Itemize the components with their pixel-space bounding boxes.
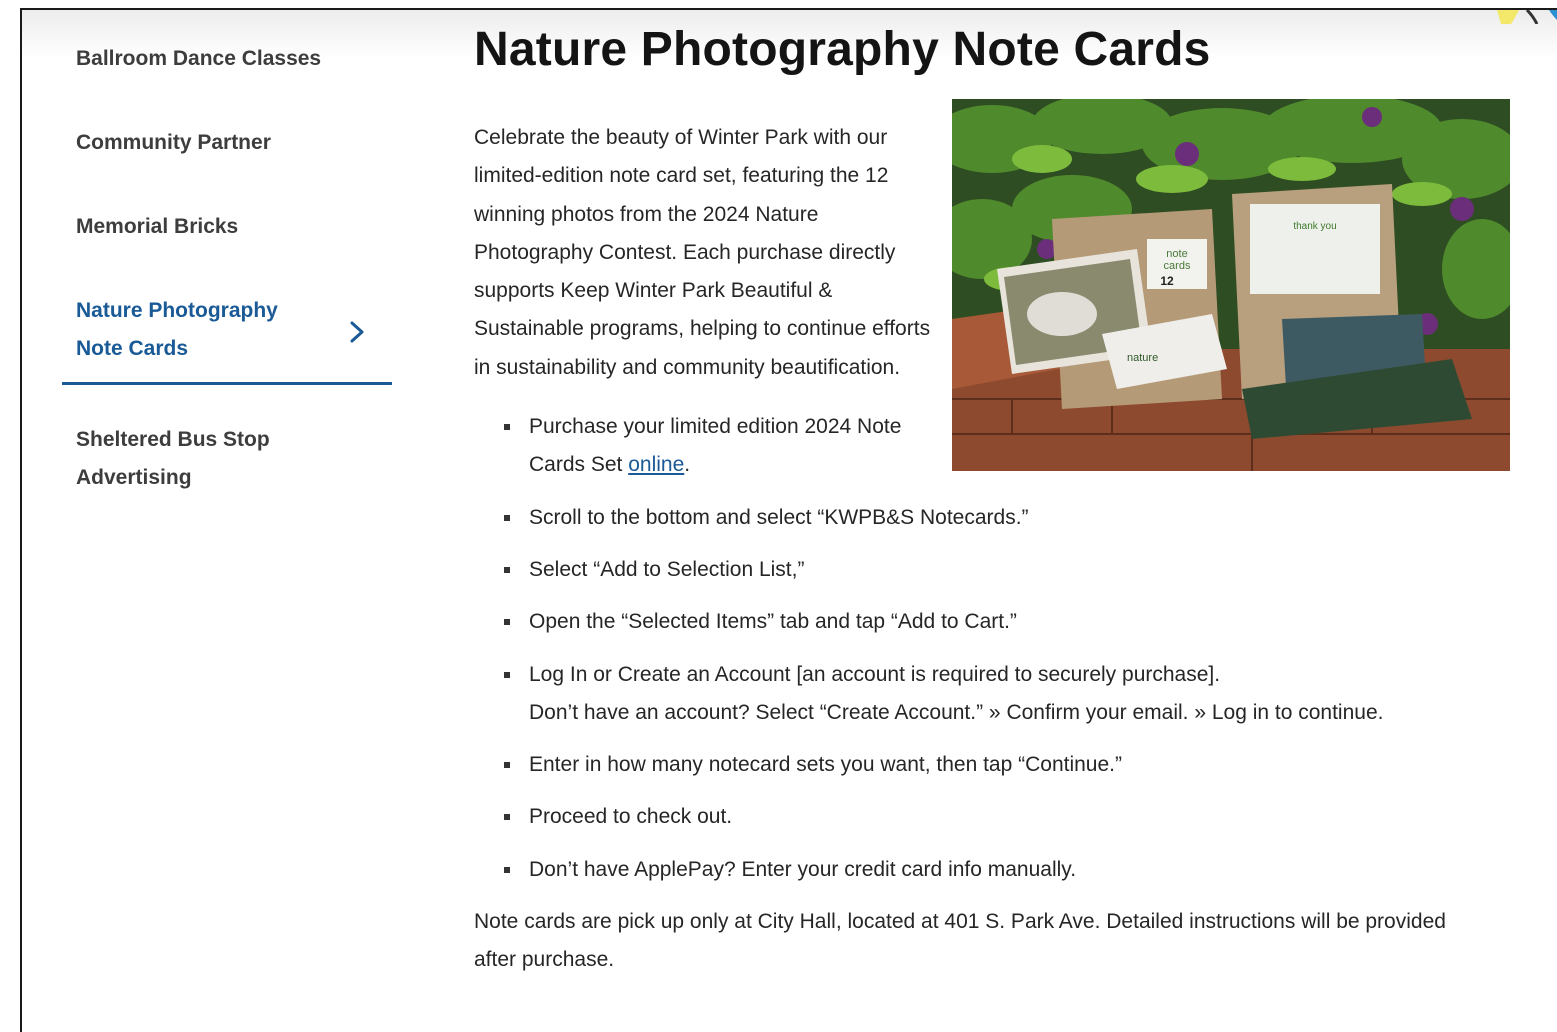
page-title: Nature Photography Note Cards	[474, 23, 1211, 76]
chevron-right-icon	[350, 321, 364, 343]
pickup-note-paragraph: Note cards are pick up only at City Hall…	[474, 910, 1446, 972]
sidebar-item-label: Nature Photography Note Cards	[76, 299, 278, 360]
sidebar-item-nature-photography-note-cards[interactable]: Nature Photography Note Cards	[62, 282, 392, 385]
sidebar-item-sheltered-bus-stop-advertising[interactable]: Sheltered Bus Stop Advertising	[62, 411, 392, 507]
list-item: Log In or Create an Account [an account …	[504, 656, 1514, 733]
list-item: Proceed to check out.	[504, 798, 1514, 836]
purchase-steps-list: Purchase your limited edition 2024 Note …	[474, 408, 1514, 889]
sidebar-item-label: Ballroom Dance Classes	[76, 47, 322, 70]
step-text: Scroll to the bottom and select “KWPB&S …	[529, 505, 1029, 529]
list-item: Scroll to the bottom and select “KWPB&S …	[504, 499, 1514, 537]
sidebar-item-ballroom-dance-classes[interactable]: Ballroom Dance Classes	[62, 30, 392, 88]
online-link[interactable]: online	[628, 453, 684, 476]
note-cards-photo: thank you note cards 12 nature	[952, 99, 1510, 471]
list-item: Purchase your limited edition 2024 Note …	[504, 408, 924, 485]
sidebar-nav: Ballroom Dance Classes Community Partner…	[62, 30, 392, 507]
step-text: Don’t have an account? Select “Create Ac…	[529, 700, 1384, 724]
intro-paragraph: Celebrate the beauty of Winter Park with…	[474, 126, 931, 379]
card-nature-text: nature	[1127, 352, 1158, 364]
list-item: Enter in how many notecard sets you want…	[504, 746, 1514, 784]
step-text: Purchase your limited edition 2024 Note …	[529, 415, 902, 477]
sidebar-item-label: Community Partner	[76, 131, 271, 154]
sidebar-item-memorial-bricks[interactable]: Memorial Bricks	[62, 198, 392, 256]
card-cards-text: cards	[1164, 260, 1191, 272]
list-item: Select “Add to Selection List,”	[504, 551, 1514, 589]
step-text: Log In or Create an Account [an account …	[529, 662, 1221, 686]
list-item: Don’t have ApplePay? Enter your credit c…	[504, 851, 1514, 889]
thank-you-card-text: thank you	[1293, 221, 1336, 232]
step-text: .	[684, 453, 691, 477]
step-text: Select “Add to Selection List,”	[529, 557, 805, 581]
sidebar-item-label: Memorial Bricks	[76, 215, 239, 238]
step-text: Open the “Selected Items” tab and tap “A…	[529, 610, 1017, 634]
step-text: Enter in how many notecard sets you want…	[529, 753, 1122, 777]
sidebar-item-community-partner[interactable]: Community Partner	[62, 114, 392, 172]
sidebar-item-label: Sheltered Bus Stop Advertising	[76, 428, 270, 489]
intro-section: Celebrate the beauty of Winter Park with…	[474, 99, 1514, 471]
step-text: Proceed to check out.	[529, 805, 733, 829]
card-note-text: note	[1166, 248, 1187, 260]
main-content: Nature Photography Note Cards Celebrate …	[474, 22, 1514, 980]
list-item: Open the “Selected Items” tab and tap “A…	[504, 603, 1514, 641]
card-count-text: 12	[1160, 274, 1174, 288]
step-text: Don’t have ApplePay? Enter your credit c…	[529, 857, 1077, 881]
